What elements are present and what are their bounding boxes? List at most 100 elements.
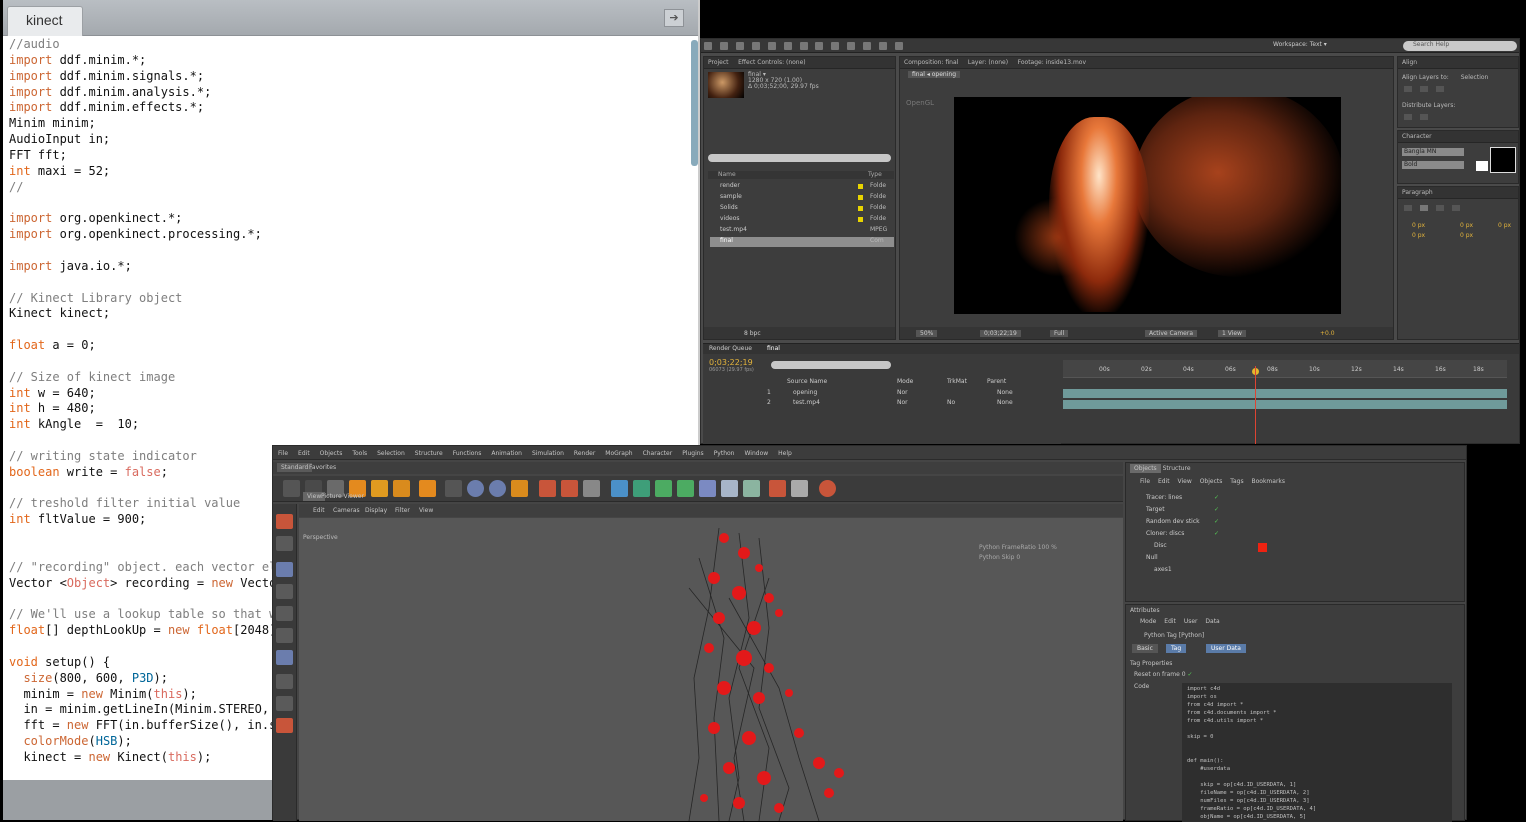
code-line[interactable]: int w = 640; <box>9 386 699 402</box>
objects-menu-view[interactable]: View <box>1178 478 1192 485</box>
font-family-dropdown[interactable]: Bangla MN <box>1402 148 1464 156</box>
layer-trkmat[interactable]: No <box>947 399 955 406</box>
object-row[interactable]: Random dev stick ✓ <box>1134 518 1464 529</box>
project-item[interactable]: Solids Folde <box>710 204 894 214</box>
menu-character[interactable]: Character <box>643 450 673 457</box>
tab-footage[interactable]: Footage: inside13.mov <box>1018 59 1086 66</box>
pen-spline-icon[interactable] <box>633 480 650 497</box>
user-data-tab[interactable]: User Data <box>1206 644 1246 653</box>
code-line[interactable]: import ddf.minim.analysis.*; <box>9 85 699 101</box>
undo-icon[interactable] <box>283 480 300 497</box>
playhead-line[interactable] <box>1255 366 1256 444</box>
align-center-icon[interactable] <box>1420 86 1428 92</box>
tab-objects[interactable]: Objects <box>1130 464 1161 473</box>
objects-menu-objects[interactable]: Objects <box>1200 478 1223 485</box>
render-settings-icon[interactable] <box>583 480 600 497</box>
workspace-selector[interactable]: Workspace: Text ▾ <box>1273 41 1327 48</box>
selection-tool-icon[interactable] <box>704 42 712 50</box>
attr-menu-user-data[interactable]: User Data <box>1184 618 1220 625</box>
project-search-input[interactable] <box>708 154 891 162</box>
align-left-icon[interactable] <box>1404 86 1412 92</box>
objects-menu-file[interactable]: File <box>1140 478 1150 485</box>
code-line[interactable]: import org.openkinect.processing.*; <box>9 227 699 243</box>
col-name[interactable]: Name <box>718 171 736 178</box>
camera-tool-icon[interactable] <box>767 42 776 50</box>
align-text-center-icon[interactable] <box>1420 205 1428 211</box>
code-line[interactable]: Minim minim; <box>9 116 699 132</box>
viewport-menu-cameras[interactable]: Cameras <box>333 507 360 514</box>
viewport-menu-filter[interactable]: Filter <box>395 507 410 514</box>
add-tool-icon[interactable] <box>419 480 436 497</box>
indent-right-value[interactable]: 0 px <box>1460 222 1473 229</box>
viewer-timecode[interactable]: 0;03;22;19 <box>980 330 1021 337</box>
menu-window[interactable]: Window <box>745 450 769 457</box>
code-line[interactable]: FFT fft; <box>9 148 699 164</box>
tab-picture-viewer[interactable]: Picture Viewer <box>321 493 364 500</box>
objects-menu-tags[interactable]: Tags <box>1230 478 1243 485</box>
font-style-dropdown[interactable]: Bold <box>1402 161 1464 169</box>
render-view-icon[interactable] <box>539 480 556 497</box>
code-line[interactable] <box>9 322 699 338</box>
check-icon[interactable]: ✓ <box>1214 494 1219 501</box>
zoom-tool-icon[interactable] <box>735 42 744 50</box>
code-line[interactable]: AudioInput in; <box>9 132 699 148</box>
project-item[interactable]: sample Folde <box>710 193 894 203</box>
menu-help[interactable]: Help <box>778 450 792 457</box>
menu-edit[interactable]: Edit <box>298 450 310 457</box>
objects-menu-bookmarks[interactable]: Bookmarks <box>1252 478 1286 485</box>
code-line[interactable]: import ddf.minim.effects.*; <box>9 100 699 116</box>
code-line[interactable]: Kinect kinect; <box>9 306 699 322</box>
cube-icon[interactable] <box>611 480 628 497</box>
code-line[interactable]: import ddf.minim.signals.*; <box>9 69 699 85</box>
sketch-tab[interactable]: kinect <box>7 6 83 36</box>
tab-menu-arrow-icon[interactable]: ➔ <box>664 9 684 27</box>
object-row[interactable]: Cloner: discs ✓ <box>1134 530 1464 541</box>
mask-tool-icon[interactable] <box>799 42 808 50</box>
menu-functions[interactable]: Functions <box>453 450 482 457</box>
timeline-search-input[interactable] <box>771 361 891 369</box>
code-line[interactable]: import ddf.minim.*; <box>9 53 699 69</box>
col-type[interactable]: Type <box>868 171 882 178</box>
clone-tool-icon[interactable] <box>863 42 872 50</box>
project-item[interactable]: test.mp4 MPEG <box>710 226 894 236</box>
puppet-tool-icon[interactable] <box>895 42 904 50</box>
code-line[interactable]: import org.openkinect.*; <box>9 211 699 227</box>
nurbs-icon[interactable] <box>655 480 672 497</box>
align-text-right-icon[interactable] <box>1436 205 1444 211</box>
object-mode-icon[interactable] <box>276 562 293 577</box>
distribute-center-icon[interactable] <box>1420 114 1428 120</box>
tab-effect-controls[interactable]: Effect Controls: (none) <box>738 59 806 66</box>
check-icon[interactable]: ✓ <box>1214 530 1219 537</box>
project-item[interactable]: render Folde <box>710 182 894 192</box>
python-code-editor[interactable]: import c4d import os from c4d import * f… <box>1182 683 1452 822</box>
time-ruler[interactable]: 00s 02s 04s 06s 08s 10s 12s 14s 16s 18s <box>1063 360 1507 378</box>
align-right-icon[interactable] <box>1436 86 1444 92</box>
tab-layer[interactable]: Layer: (none) <box>968 59 1008 66</box>
layer-mode[interactable]: Nor <box>897 399 908 406</box>
layer-bar-test[interactable] <box>1063 400 1507 409</box>
stroke-color-swatch[interactable] <box>1476 161 1488 171</box>
code-line[interactable]: int maxi = 52; <box>9 164 699 180</box>
zoom-dropdown[interactable]: 50% <box>916 330 938 337</box>
camera-dropdown[interactable]: Active Camera <box>1145 330 1198 337</box>
menu-simulation[interactable]: Simulation <box>532 450 564 457</box>
breadcrumb-final[interactable]: final <box>912 71 925 78</box>
scene-icon[interactable] <box>721 480 738 497</box>
render-picture-icon[interactable] <box>561 480 578 497</box>
layer-mode[interactable]: Nor <box>897 389 908 396</box>
resolution-dropdown[interactable]: Full <box>1050 330 1069 337</box>
viewport-menu-display[interactable]: Display <box>365 507 387 514</box>
menu-render[interactable]: Render <box>574 450 595 457</box>
code-line[interactable]: float a = 0; <box>9 338 699 354</box>
object-row[interactable]: Tracer: lines ✓ <box>1134 494 1464 505</box>
layer-parent[interactable]: None <box>997 389 1013 396</box>
views-dropdown[interactable]: 1 View <box>1218 330 1246 337</box>
comp-breadcrumb[interactable]: final ◂ opening <box>908 71 961 78</box>
editor-scrollbar[interactable] <box>691 40 698 166</box>
texture-mode-icon[interactable] <box>276 584 293 599</box>
points-mode-icon[interactable] <box>276 606 293 621</box>
fill-color-swatch[interactable] <box>1490 147 1516 173</box>
y-axis-icon[interactable] <box>467 480 484 497</box>
align-text-left-icon[interactable] <box>1404 205 1412 211</box>
align-selection-dropdown[interactable]: Selection <box>1461 74 1489 81</box>
